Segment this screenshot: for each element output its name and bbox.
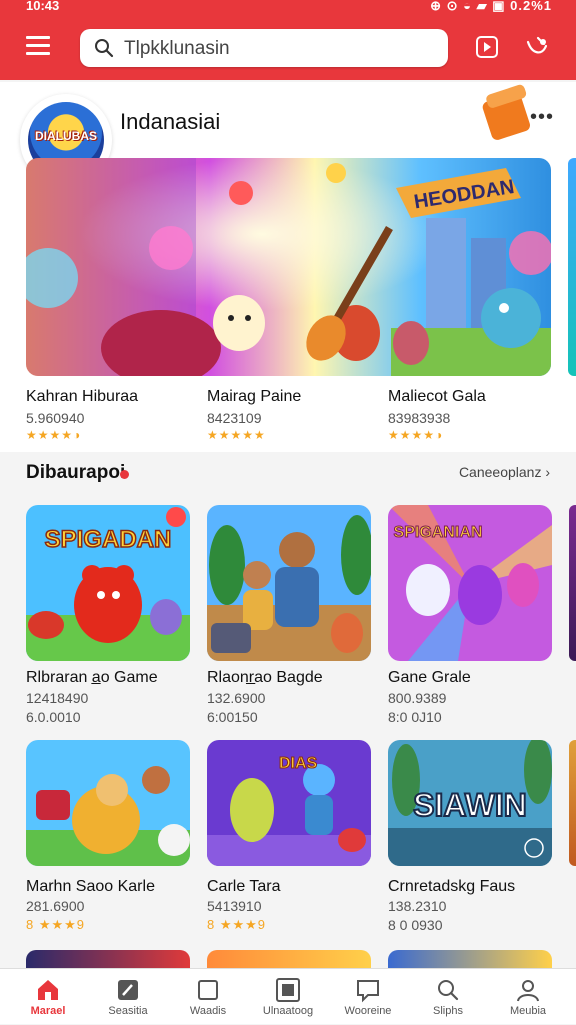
status-indicators: ⊕ ⊙ ◒ ▰ ▣ 0.2%1 bbox=[430, 0, 552, 13]
chat-icon bbox=[357, 980, 379, 1003]
tile6-art-text: SIAWIN bbox=[413, 787, 527, 823]
search-placeholder: Tlpkklunasin bbox=[124, 38, 230, 59]
row2-sub1-2: 5413910 bbox=[207, 898, 262, 914]
row2-title-1[interactable]: Marhn Saoo Karle bbox=[26, 878, 155, 896]
logo-text: DIALUBAS bbox=[35, 129, 97, 143]
featured-sub-3: 83983938 bbox=[388, 410, 451, 426]
game-tile-7[interactable] bbox=[26, 950, 190, 968]
search-input[interactable]: Tlpkklunasin bbox=[80, 29, 448, 67]
see-all-link[interactable]: Caneeoplanz › bbox=[459, 464, 550, 480]
row1-title-3[interactable]: Gane Grale bbox=[388, 669, 471, 687]
nav-item-chat[interactable]: Wooreine bbox=[328, 969, 408, 1025]
game-art-3: SPIGANIAN bbox=[388, 505, 552, 661]
status-time: 10:43 bbox=[26, 0, 60, 13]
search-icon bbox=[95, 39, 114, 58]
row2-sub1-3: 138.2310 bbox=[388, 898, 447, 914]
banner-artwork: HEODDAN bbox=[26, 158, 551, 376]
search-icon bbox=[438, 980, 459, 1001]
featured-title-3[interactable]: Maliecot Gala bbox=[388, 388, 486, 406]
row2-title-3[interactable]: Crnretadskg Faus bbox=[388, 878, 515, 896]
game-tile-5[interactable]: DIAS bbox=[207, 740, 371, 866]
row1-sub2-1: 6.0.0010 bbox=[26, 709, 81, 725]
tile1-art-text: SPIGADAN bbox=[45, 526, 172, 553]
bottom-navigation: Marael Seasitia Waadis Ulnaatoog Woorein… bbox=[0, 968, 576, 1024]
game-art-5: DIAS bbox=[207, 740, 371, 866]
row1-sub2-2: 6:00150 bbox=[207, 709, 258, 725]
featured-rating-2: ★★★★★ bbox=[207, 428, 266, 442]
nav-item-edit[interactable]: Seasitia bbox=[88, 969, 168, 1025]
row1-title-2[interactable]: Rlaonr̲ao Bagde bbox=[207, 669, 323, 687]
game-tile-1[interactable]: SPIGADAN bbox=[26, 505, 190, 661]
game-tile-4[interactable] bbox=[26, 740, 190, 866]
play-store-icon[interactable] bbox=[474, 34, 500, 60]
status-bar: 10:43 ⊕ ⊙ ◒ ▰ ▣ 0.2%1 bbox=[0, 0, 576, 16]
nav-item-grid[interactable]: Ulnaatoog bbox=[248, 969, 328, 1025]
featured-title-2[interactable]: Mairag Paine bbox=[207, 388, 301, 406]
banner-next-peek[interactable] bbox=[568, 158, 576, 376]
row1-sub1-3: 800.9389 bbox=[388, 690, 447, 706]
tile3-art-text: SPIGANIAN bbox=[394, 524, 483, 541]
notification-icon[interactable] bbox=[524, 34, 550, 60]
nav-item-square[interactable]: Waadis bbox=[168, 969, 248, 1025]
section2-title: Dibaurapoi bbox=[26, 462, 126, 483]
row2-next-peek[interactable] bbox=[569, 740, 576, 866]
game-tile-2[interactable] bbox=[207, 505, 371, 661]
row2-title-2[interactable]: Carle Tara bbox=[207, 878, 281, 896]
row2-sub1-1: 281.6900 bbox=[26, 898, 85, 914]
featured-title-1[interactable]: Kahran Hiburaa bbox=[26, 388, 138, 406]
game-tile-9[interactable] bbox=[388, 950, 552, 968]
section-title: Indanasiai bbox=[120, 109, 221, 134]
square-icon bbox=[198, 980, 218, 1000]
row1-sub2-3: 8:0 0J10 bbox=[388, 709, 442, 725]
user-icon bbox=[517, 980, 539, 1002]
row2-rating-1: 8 ★★★9 bbox=[26, 917, 86, 932]
top-app-bar: Tlpkklunasin bbox=[0, 16, 576, 80]
featured-sub-2: 8423109 bbox=[207, 410, 262, 426]
nav-item-profile[interactable]: Meubia bbox=[488, 969, 568, 1025]
row1-title-1[interactable]: Rlbraran a̲o Game bbox=[26, 669, 158, 687]
nav-item-home[interactable]: Marael bbox=[8, 969, 88, 1025]
row1-next-peek[interactable] bbox=[569, 505, 576, 661]
game-tile-6[interactable]: SIAWIN bbox=[388, 740, 552, 866]
game-art-2 bbox=[207, 505, 371, 661]
game-tile-3[interactable]: SPIGANIAN bbox=[388, 505, 552, 661]
tile5-art-text: DIAS bbox=[279, 755, 318, 772]
featured-sub-1: 5.960940 bbox=[26, 410, 85, 426]
game-tile-8[interactable] bbox=[207, 950, 371, 968]
game-art-1: SPIGADAN bbox=[26, 505, 190, 661]
row2-rating-2: 8 ★★★9 bbox=[207, 917, 267, 932]
home-icon bbox=[38, 980, 58, 1000]
row1-sub1-1: 12418490 bbox=[26, 690, 89, 706]
row2-rating-3: 8 0 0930 bbox=[388, 917, 443, 933]
featured-banner[interactable]: HEODDAN bbox=[26, 158, 551, 376]
new-indicator-dot bbox=[120, 470, 129, 479]
game-art-6: SIAWIN bbox=[388, 740, 552, 866]
menu-icon[interactable] bbox=[26, 36, 50, 56]
grid-icon bbox=[276, 978, 300, 1002]
game-art-4 bbox=[26, 740, 190, 866]
featured-rating-1: ★★★★◑ bbox=[26, 428, 82, 442]
row1-sub1-2: 132.6900 bbox=[207, 690, 266, 706]
featured-rating-3: ★★★★◑ bbox=[388, 428, 444, 442]
nav-item-search[interactable]: Sliphs bbox=[408, 969, 488, 1025]
edit-icon bbox=[118, 980, 138, 1000]
